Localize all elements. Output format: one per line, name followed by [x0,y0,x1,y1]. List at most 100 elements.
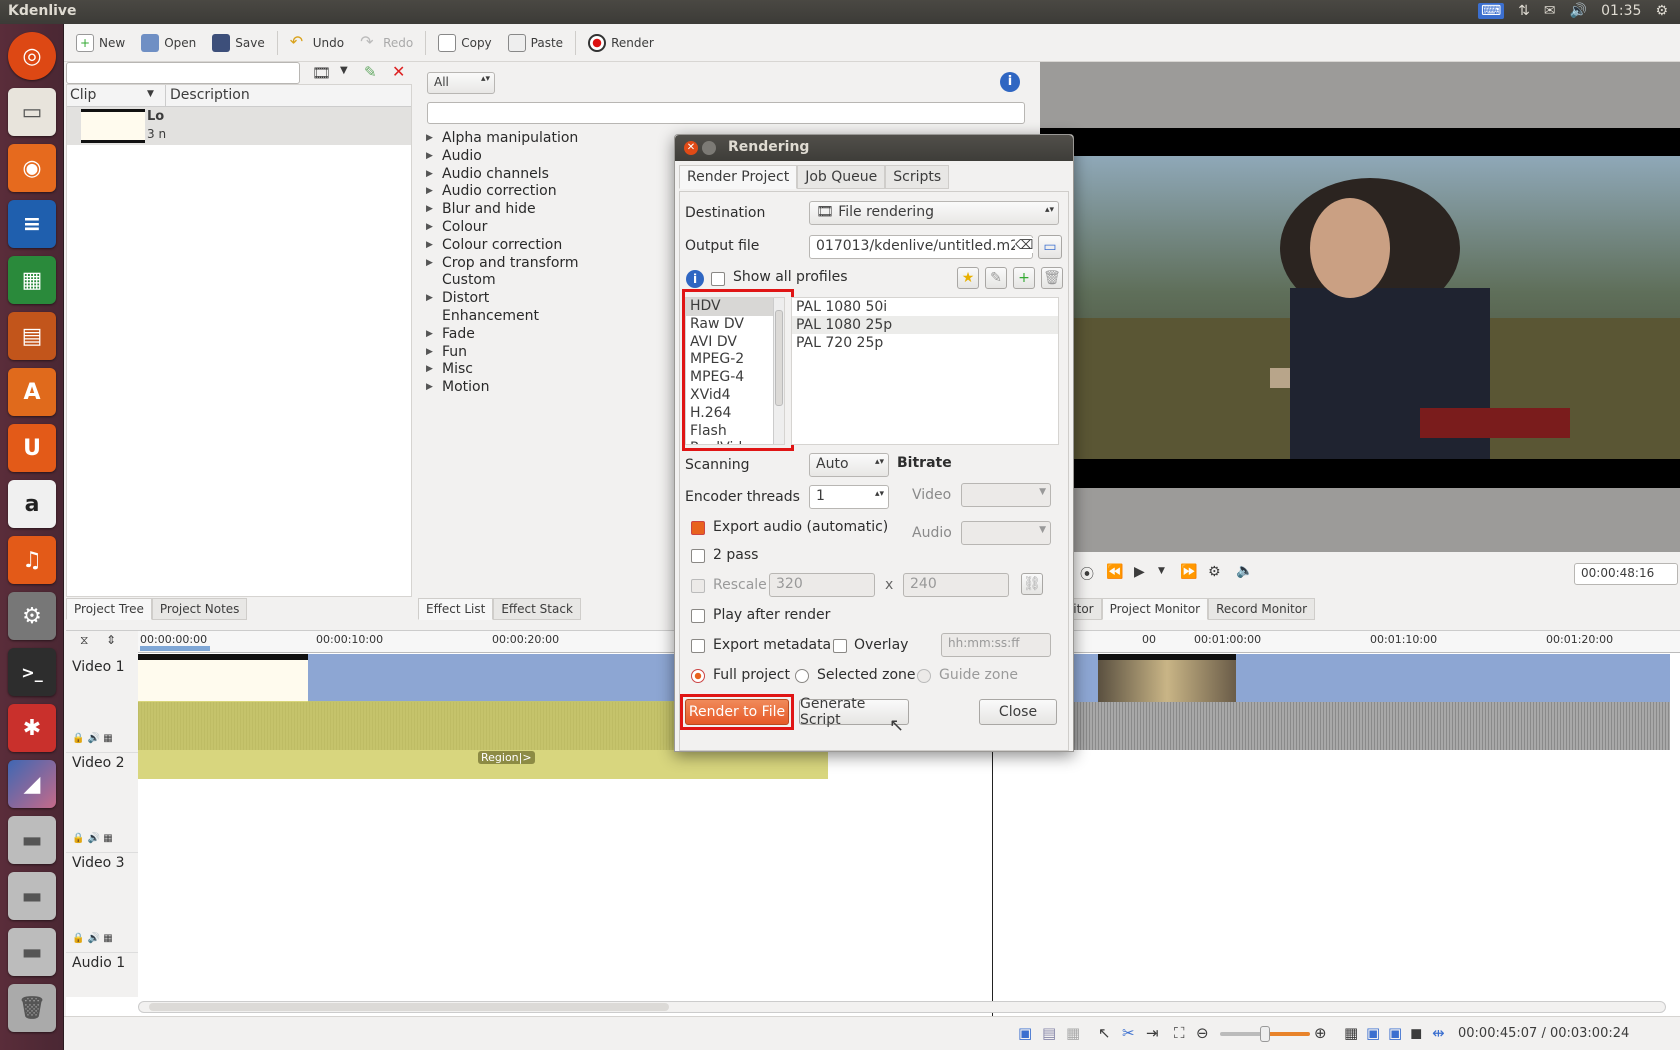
video-bitrate-select[interactable]: ▼ [961,483,1051,507]
effect-category[interactable]: Enhancement [426,308,676,326]
expand-arrow-icon[interactable]: ▶ [426,344,436,362]
effect-category[interactable]: ▶ Fade [426,326,676,344]
effect-category[interactable]: ▶ Colour correction [426,237,676,255]
volume-icon[interactable]: 🔈 [1236,563,1253,579]
track-controls-icon[interactable]: 🔒 🔊 ▦ [72,733,113,744]
expand-arrow-icon[interactable]: ▶ [426,379,436,397]
delete-clip-icon[interactable]: ✕ [392,62,405,81]
copy-button[interactable]: Copy [434,31,495,55]
play-after-render-checkbox[interactable] [691,609,705,623]
list-item[interactable]: Lo 3 n [67,107,411,145]
expand-arrow-icon[interactable]: ▶ [426,255,436,273]
ubuntu-one-music-icon[interactable]: ♫ [8,536,56,584]
expand-arrow-icon[interactable]: ▶ [426,183,436,201]
browse-button[interactable]: ▭ [1038,235,1062,259]
spacer-tool-icon[interactable]: ⇥ [1146,1024,1159,1042]
paste-button[interactable]: Paste [504,31,567,55]
calc-icon[interactable]: ▦ [8,256,56,304]
system-settings-icon[interactable]: ⚙ [8,592,56,640]
tab-render-project[interactable]: Render Project [679,165,798,189]
column-clip[interactable]: Clip [70,87,96,103]
track-controls-icon[interactable]: 🔒 🔊 ▦ [72,833,113,844]
profile-item[interactable]: PAL 1080 50i [792,298,1058,316]
effect-category[interactable]: ▶ Blur and hide [426,201,676,219]
add-clip-icon[interactable]: 🎞 [312,64,331,82]
render-button[interactable]: Render [584,31,658,55]
new-profile-icon[interactable]: + [1013,267,1035,289]
expand-arrow-icon[interactable]: ▶ [426,361,436,379]
clock[interactable]: 01:35 [1601,3,1641,19]
tab-project-tree[interactable]: Project Tree [66,598,152,620]
overlay-format-select[interactable]: hh:mm:ss:ff [941,633,1051,657]
profile-item[interactable]: PAL 720 25p [792,334,1058,352]
column-description[interactable]: Description [170,87,250,103]
autoscroll-icon[interactable]: ⇹ [1432,1024,1445,1042]
gear-icon[interactable]: ⚙ [1655,3,1668,19]
delete-profile-icon[interactable]: 🗑 [1041,267,1063,289]
track-height-icon[interactable]: ⇕ [106,633,116,647]
effect-category[interactable]: ▶ Audio correction [426,183,676,201]
project-search-input[interactable] [66,62,300,84]
show-all-profiles-checkbox[interactable] [711,272,725,286]
effect-category[interactable]: ▶ Alpha manipulation [426,130,676,148]
effect-filter-select[interactable]: All ▴▾ [427,72,495,94]
clip-thumbnail[interactable] [138,654,308,702]
tab-record-monitor[interactable]: Record Monitor [1208,598,1316,620]
full-project-radio[interactable] [691,669,705,683]
effect-category[interactable]: Custom [426,272,676,290]
effect-category[interactable]: ▶ Fun [426,344,676,362]
rescale-checkbox[interactable] [691,579,705,593]
terminal-icon[interactable]: >_ [8,648,56,696]
split-audio-icon[interactable]: ▤ [1042,1024,1056,1042]
rewind-icon[interactable]: ⏪ [1106,564,1123,580]
new-button[interactable]: + New [72,31,129,55]
expand-arrow-icon[interactable]: ▶ [426,148,436,166]
disk-icon[interactable]: ▬ [8,872,56,920]
settings-icon[interactable]: ⚙ [1208,564,1221,580]
fit-zoom-icon[interactable]: ⛶ [1174,1024,1185,1042]
kdenlive-icon[interactable]: ◢ [8,760,56,808]
zoom-out-icon[interactable]: ⊖ [1196,1024,1209,1042]
effect-search-input[interactable] [427,102,1025,124]
disk-icon[interactable]: ▬ [8,928,56,976]
tab-effect-list[interactable]: Effect List [418,598,494,620]
link-icon[interactable]: ⛓ [1021,573,1043,595]
effect-category[interactable]: ▶ Audio [426,148,676,166]
rescale-width-spinbox[interactable]: 320 [769,573,875,597]
software-center-icon[interactable]: A [8,368,56,416]
effect-category[interactable]: ▶ Misc [426,361,676,379]
ubuntu-one-icon[interactable]: U [8,424,56,472]
zoom-fit-icon[interactable]: ⧖ [80,633,88,648]
expand-arrow-icon[interactable]: ▶ [426,237,436,255]
forward-icon[interactable]: ⏩ [1180,564,1197,580]
undo-button[interactable]: ↶ Undo [286,31,348,55]
save-button[interactable]: Save [208,31,268,55]
firefox-icon[interactable]: ◉ [8,144,56,192]
disk-icon[interactable]: ▬ [8,816,56,864]
bug-icon[interactable]: ✱ [8,704,56,752]
maximize-icon[interactable] [702,141,716,155]
play-icon[interactable]: ▶ [1134,564,1145,580]
expand-arrow-icon[interactable]: ▶ [426,130,436,148]
expand-arrow-icon[interactable]: ▶ [426,290,436,308]
writer-icon[interactable]: ≡ [8,200,56,248]
show-audio-thumbs-icon[interactable]: ▣ [1388,1024,1402,1042]
snap-icon[interactable]: ▦ [1344,1024,1358,1042]
edit-profile-icon[interactable]: ✎ [985,267,1007,289]
thumbnails-icon[interactable]: ▦ [1066,1024,1080,1042]
rescale-height-spinbox[interactable]: 240 [903,573,1009,597]
monitor-timecode[interactable]: 00:00:48:16 [1574,563,1678,585]
show-video-thumbs-icon[interactable]: ▣ [1366,1024,1380,1042]
two-pass-checkbox[interactable] [691,549,705,563]
mail-icon[interactable]: ✉ [1544,3,1556,19]
close-icon[interactable]: ✕ [684,141,698,155]
tab-effect-stack[interactable]: Effect Stack [493,598,581,620]
close-button[interactable]: Close [979,699,1057,725]
clear-input-icon[interactable]: ⌫ [1015,238,1034,253]
open-button[interactable]: Open [137,31,200,55]
expand-arrow-icon[interactable]: ▶ [426,326,436,344]
view-mode-icon[interactable]: ▣ [1018,1024,1032,1042]
selected-zone-radio[interactable] [795,669,809,683]
export-metadata-checkbox[interactable] [691,639,705,653]
select-tool-icon[interactable]: ↖ [1098,1024,1111,1042]
